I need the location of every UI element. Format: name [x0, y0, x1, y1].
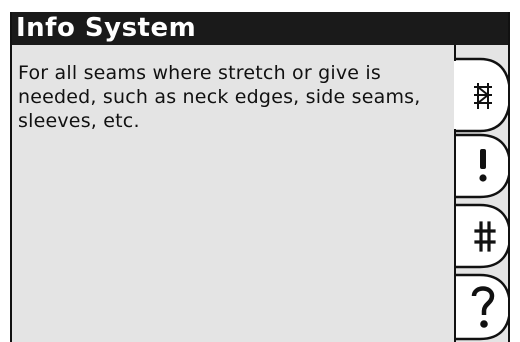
- info-system-screen: Info System For all seams where stretch …: [10, 12, 510, 342]
- tab-strip: [454, 45, 510, 342]
- page-title: Info System: [12, 12, 508, 45]
- exclamation-icon: [479, 149, 487, 182]
- tab-hash[interactable]: [456, 203, 510, 269]
- stitch-description: For all seams where stretch or give is n…: [18, 62, 421, 132]
